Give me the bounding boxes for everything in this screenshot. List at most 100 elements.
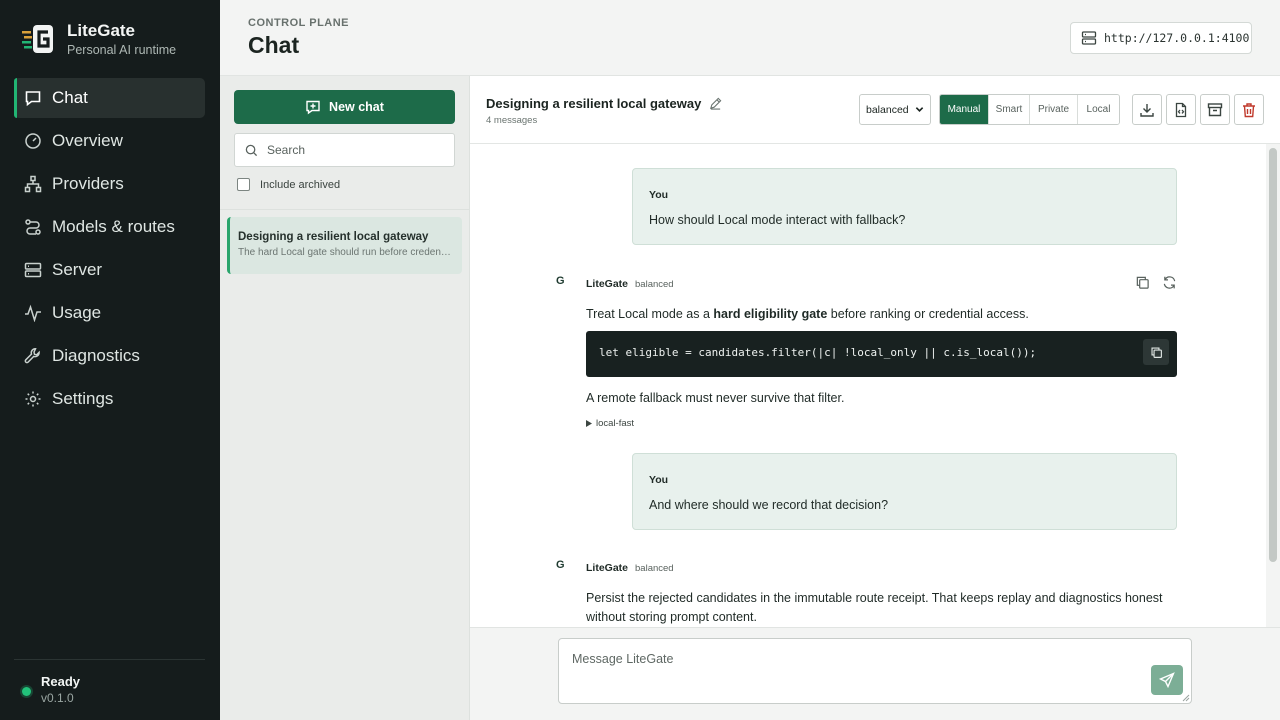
- route-badge: balanced: [635, 562, 674, 574]
- message-list: You How should Local mode interact with …: [470, 144, 1266, 627]
- profile-select[interactable]: balanced: [859, 94, 931, 125]
- copy-icon: [1136, 276, 1149, 289]
- assistant-message: G LiteGate balanced Treat Local mode as …: [556, 275, 1178, 435]
- new-chat-button[interactable]: New chat: [234, 90, 455, 124]
- nav-item-settings[interactable]: Settings: [14, 379, 205, 419]
- nav-item-label: Usage: [52, 303, 102, 322]
- nav-item-diagnostics[interactable]: Diagnostics: [14, 336, 205, 376]
- nav-item-chat[interactable]: Chat: [14, 78, 205, 118]
- message-text: A remote fallback must never survive tha…: [586, 391, 845, 405]
- conversation-panel: New chat Include archived Designing a re…: [220, 76, 470, 720]
- download-button[interactable]: [1132, 94, 1162, 125]
- message-author: LiteGate: [586, 278, 629, 290]
- assistant-avatar: G: [556, 275, 565, 287]
- copy-code-button[interactable]: [1143, 339, 1169, 365]
- mode-manual-button[interactable]: Manual: [940, 95, 989, 124]
- assistant-header: LiteGate balanced: [586, 278, 674, 290]
- message-input[interactable]: [572, 652, 1132, 692]
- nav-item-providers[interactable]: Providers: [14, 164, 205, 204]
- message-text-part: Treat Local mode as a: [586, 307, 714, 321]
- scrollbar-thumb[interactable]: [1269, 148, 1277, 562]
- conversation-item[interactable]: Designing a resilient local gateway The …: [227, 217, 462, 274]
- new-chat-icon: [306, 100, 320, 115]
- trash-icon: [1243, 102, 1255, 117]
- composer-area: [470, 627, 1280, 720]
- nav-item-label: Providers: [52, 174, 124, 193]
- server-icon: [1081, 31, 1097, 45]
- route-badge: balanced: [635, 278, 674, 290]
- file-code-icon: [1175, 102, 1187, 117]
- include-archived-checkbox[interactable]: [237, 178, 250, 191]
- endpoint-badge[interactable]: http://127.0.0.1:4100: [1070, 22, 1252, 54]
- copy-message-button[interactable]: [1135, 275, 1151, 291]
- delete-button[interactable]: [1234, 94, 1264, 125]
- send-icon: [1159, 672, 1175, 688]
- nav-item-label: Overview: [52, 131, 123, 150]
- providers-icon: [24, 175, 42, 193]
- resize-handle-icon[interactable]: [1182, 694, 1190, 702]
- archive-button[interactable]: [1200, 94, 1230, 125]
- user-message: You And where should we record that deci…: [632, 453, 1177, 530]
- gauge-icon: [24, 132, 42, 150]
- code-content: let eligible = candidates.filter(|c| !lo…: [599, 346, 1037, 359]
- export-json-button[interactable]: [1166, 94, 1196, 125]
- nav-item-label: Diagnostics: [52, 346, 140, 365]
- brand[interactable]: LiteGate Personal AI runtime: [22, 21, 176, 58]
- search-input[interactable]: [267, 143, 437, 157]
- regenerate-button[interactable]: [1162, 275, 1178, 291]
- message-actions: [1124, 275, 1178, 291]
- nav-item-overview[interactable]: Overview: [14, 121, 205, 161]
- gear-icon: [24, 390, 42, 408]
- nav-item-label: Models & routes: [52, 217, 175, 236]
- message-count: 4 messages: [486, 115, 538, 126]
- assistant-header: LiteGate balanced: [586, 562, 674, 574]
- assistant-message: G LiteGate balanced Persist the rejected…: [556, 559, 1178, 627]
- route-details-toggle[interactable]: local-fast: [586, 418, 634, 429]
- message-text: Treat Local mode as a hard eligibility g…: [586, 305, 1178, 324]
- chat-title: Designing a resilient local gateway: [486, 96, 722, 111]
- page-title: Chat: [248, 32, 300, 58]
- routes-icon: [24, 218, 42, 236]
- mode-private-button[interactable]: Private: [1030, 95, 1078, 124]
- nav-item-label: Server: [52, 260, 103, 279]
- nav-item-models-routes[interactable]: Models & routes: [14, 207, 205, 247]
- conversation-title: Designing a resilient local gateway: [238, 231, 429, 243]
- profile-select-value: balanced: [866, 103, 909, 116]
- runtime-status: Ready v0.1.0: [14, 659, 205, 706]
- include-archived-toggle[interactable]: Include archived: [237, 178, 340, 191]
- send-button[interactable]: [1151, 665, 1183, 695]
- message-text: Persist the rejected candidates in the i…: [586, 591, 1163, 624]
- main-nav: Chat Overview Providers Models & routes …: [14, 78, 205, 422]
- status-label: Ready: [41, 674, 81, 689]
- chat-icon: [24, 89, 42, 107]
- refresh-icon: [1163, 276, 1176, 289]
- app-sidebar: LiteGate Personal AI runtime Chat Overvi…: [0, 0, 220, 720]
- pencil-icon[interactable]: [709, 97, 722, 110]
- search-icon: [245, 144, 258, 156]
- wrench-icon: [24, 347, 42, 365]
- page-eyebrow: CONTROL PLANE: [248, 17, 350, 29]
- route-details-label: local-fast: [596, 418, 635, 429]
- message-author: LiteGate: [586, 562, 629, 574]
- litegate-logo-icon: [22, 25, 53, 53]
- mode-local-button[interactable]: Local: [1078, 95, 1119, 124]
- brand-name: LiteGate: [67, 21, 136, 40]
- chevron-down-icon: [915, 107, 924, 112]
- code-block: let eligible = candidates.filter(|c| !lo…: [586, 331, 1177, 377]
- message-text: And where should we record that decision…: [649, 498, 889, 512]
- page-header: CONTROL PLANE Chat http://127.0.0.1:4100: [220, 0, 1280, 76]
- message-text: How should Local mode interact with fall…: [649, 213, 906, 227]
- search-box[interactable]: [234, 133, 455, 167]
- nav-item-server[interactable]: Server: [14, 250, 205, 290]
- mode-smart-button[interactable]: Smart: [989, 95, 1030, 124]
- composer: [558, 638, 1192, 704]
- version-label: v0.1.0: [41, 691, 74, 705]
- chat-title-text: Designing a resilient local gateway: [486, 96, 702, 111]
- message-text-part: before ranking or credential access.: [827, 307, 1029, 321]
- chat-toolbar: Designing a resilient local gateway 4 me…: [470, 76, 1280, 144]
- nav-item-usage[interactable]: Usage: [14, 293, 205, 333]
- user-message: You How should Local mode interact with …: [632, 168, 1177, 245]
- triangle-right-icon: [586, 420, 592, 427]
- message-scrollbar[interactable]: [1266, 144, 1280, 627]
- download-icon: [1140, 103, 1154, 117]
